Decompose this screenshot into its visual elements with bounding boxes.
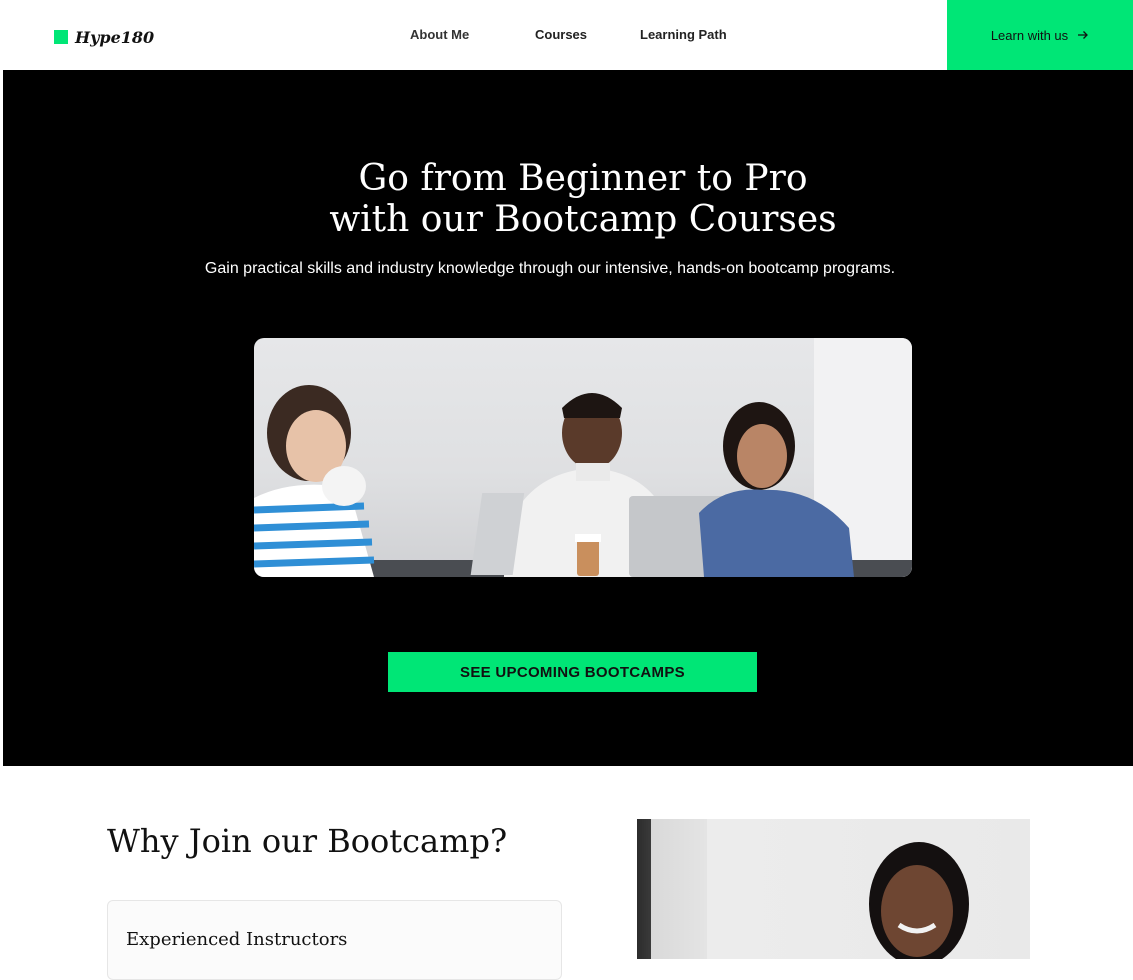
hero-title: Go from Beginner to Pro with our Bootcam… [3, 158, 1133, 240]
logo[interactable]: Hype180 [54, 27, 154, 47]
learn-with-us-button[interactable]: Learn with us [947, 0, 1133, 70]
hero-title-line-1: Go from Beginner to Pro [358, 158, 808, 199]
nav-about-link[interactable]: About Me [410, 27, 469, 42]
why-join-title: Why Join our Bootcamp? [107, 822, 508, 860]
feature-card: Experienced Instructors [107, 900, 562, 980]
site-header: Hype180 About Me Courses Learning Path L… [0, 0, 1133, 70]
hero-image [254, 338, 912, 577]
logo-square-icon [54, 30, 68, 44]
arrow-right-icon [1078, 28, 1089, 43]
learn-with-us-label: Learn with us [990, 27, 1069, 43]
students-photo-illustration [254, 338, 912, 577]
hero-subtitle: Gain practical skills and industry knowl… [204, 260, 896, 277]
feature-title: Experienced Instructors [126, 929, 348, 950]
see-upcoming-bootcamps-button[interactable]: SEE UPCOMING BOOTCAMPS [388, 652, 757, 692]
nav-courses-link[interactable]: Courses [535, 27, 587, 42]
instructor-illustration [869, 842, 969, 959]
nav-learning-path-link[interactable]: Learning Path [640, 27, 727, 42]
hero-title-line-2: with our Bootcamp Courses [329, 199, 837, 240]
instructor-photo [637, 819, 1030, 959]
hero-section: Go from Beginner to Pro with our Bootcam… [3, 70, 1133, 766]
logo-text: Hype180 [75, 27, 155, 47]
